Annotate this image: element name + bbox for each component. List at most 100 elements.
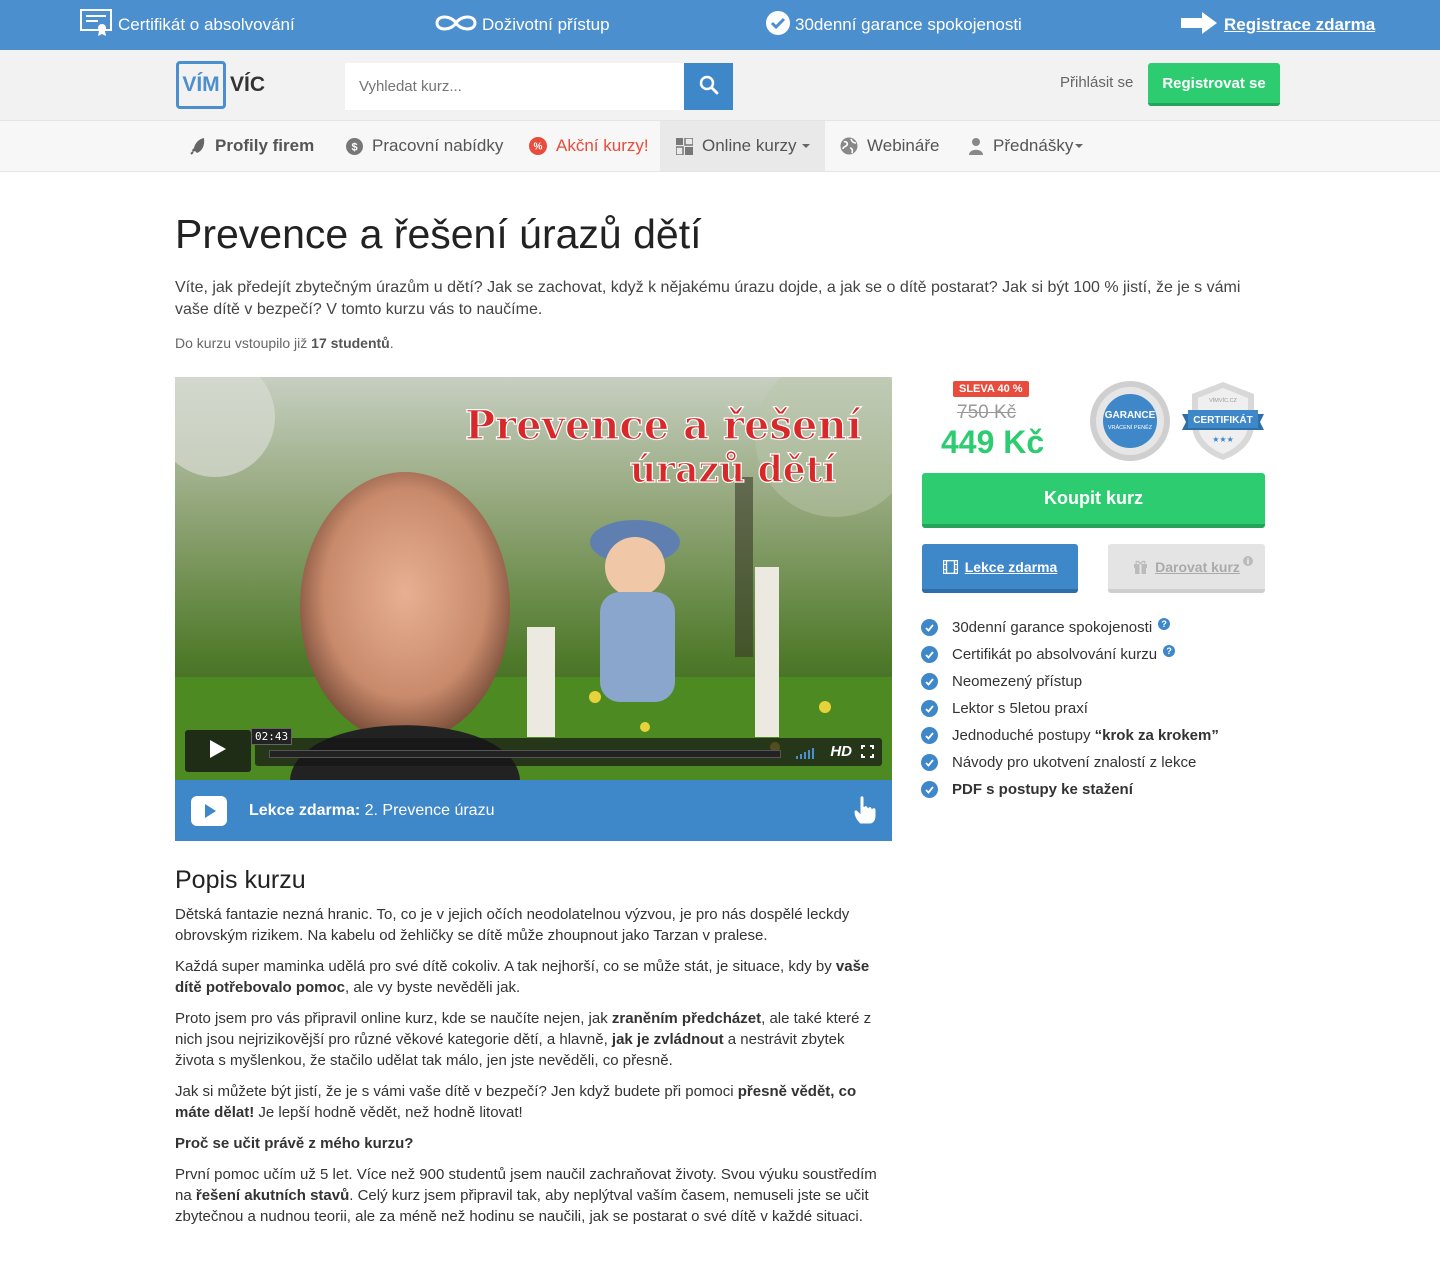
nav-item-label: Přednášky (993, 136, 1074, 155)
certificate-seal-icon: VÍMVÍC.CZ CERTIFIKÁT ★★★ (1182, 382, 1264, 460)
description-paragraph: Jak si můžete být jistí, že je s vámi va… (175, 1081, 885, 1123)
feature-item: Certifikát po absolvování kurzu? (921, 641, 1219, 668)
benefit-lifetime-label: Doživotní přístup (482, 15, 610, 34)
chevron-down-icon (1075, 144, 1084, 148)
play-button[interactable] (185, 730, 251, 772)
top-benefits-bar: Certifikát o absolvování Doživotní příst… (0, 0, 1440, 50)
play-icon (209, 739, 227, 764)
benefit-lifetime: Doživotní přístup (434, 0, 610, 50)
check-icon (921, 754, 938, 771)
free-lesson-button-label: Lekce zdarma (964, 558, 1058, 575)
nav-item-label: Profily firem (215, 136, 315, 155)
svg-text:★★★: ★★★ (1212, 435, 1234, 444)
help-icon[interactable]: ? (1158, 617, 1171, 630)
feature-text: Neomezený přístup (952, 673, 1083, 690)
free-lesson-button[interactable]: Lekce zdarma (922, 544, 1078, 593)
feature-text: 30denní garance spokojenosti (952, 619, 1153, 636)
feature-item: Neomezený přístup (921, 668, 1219, 695)
info-icon[interactable]: i (1243, 556, 1253, 566)
feature-text: Návody pro ukotvení znalostí z lekce (952, 754, 1197, 771)
feature-item: 30denní garance spokojenosti? (921, 614, 1219, 641)
hd-toggle[interactable]: HD (830, 743, 852, 760)
nav-item-company-profiles[interactable]: Profily firem (190, 121, 314, 171)
nav-item-sale-courses[interactable]: % Akční kurzy! (529, 121, 649, 171)
progress-track[interactable] (269, 750, 781, 758)
search-button[interactable] (684, 63, 733, 110)
check-icon (921, 619, 938, 636)
logo-box: VÍM (176, 61, 226, 109)
students-suffix: . (389, 335, 394, 351)
search-icon (699, 75, 719, 98)
video-timestamp: 02:43 (251, 728, 293, 745)
video-thumbnail: Prevence a řešení úrazů dětí (175, 377, 892, 780)
gift-course-button-label: Darovat kurz (1155, 558, 1240, 575)
login-link[interactable]: Přihlásit se (1060, 74, 1133, 91)
free-lesson-title: 2. Prevence úrazu (364, 801, 495, 819)
svg-text:CERTIFIKÁT: CERTIFIKÁT (1193, 413, 1252, 426)
description-paragraph: Proto jsem pro vás připravil online kurz… (175, 1008, 885, 1071)
infinity-icon (434, 12, 478, 39)
search-input[interactable] (345, 63, 684, 110)
description-bold: řešení akutních stavů (195, 1187, 350, 1204)
benefit-guarantee: 30denní garance spokojenosti (765, 0, 1022, 50)
register-free-label[interactable]: Registrace zdarma (1224, 15, 1375, 35)
nav-item-online-courses[interactable]: Online kurzy (660, 121, 825, 171)
buy-course-button[interactable]: Koupit kurz (922, 473, 1265, 528)
register-free-link[interactable]: Registrace zdarma (1180, 0, 1375, 50)
video-title-line2: úrazů dětí (630, 449, 836, 491)
globe-icon (840, 137, 858, 155)
description-text: Dětská fantazie nezná hranic. To, co je … (175, 906, 850, 944)
feature-text: Certifikát po absolvování kurzu (952, 646, 1158, 663)
description-paragraph: Každá super maminka udělá pro své dítě c… (175, 956, 885, 998)
feature-item: Návody pro ukotvení znalostí z lekce (921, 749, 1219, 776)
video-play-icon (191, 795, 227, 826)
check-icon (921, 646, 938, 663)
description-text: Je lepší hodně vědět, než hodně litovat! (254, 1104, 523, 1121)
register-button[interactable]: Registrovat se (1148, 63, 1280, 106)
description-subheading: Proč se učit právě z mého kurzu? (175, 1135, 414, 1152)
video-progress-bar[interactable]: HD (255, 738, 882, 766)
feature-text-bold: PDF s postupy ke stažení (952, 781, 1133, 798)
students-prefix: Do kurzu vstoupilo již (175, 335, 308, 351)
free-lesson-bar[interactable]: Lekce zdarma: 2. Prevence úrazu (175, 780, 892, 841)
site-logo[interactable]: VÍM VÍC (176, 60, 265, 110)
nav-item-label: Akční kurzy! (556, 136, 649, 155)
nav-item-webinars[interactable]: Webináře (840, 121, 939, 171)
gift-course-button[interactable]: Darovat kurz i (1108, 544, 1265, 593)
help-icon[interactable]: ? (1163, 644, 1176, 657)
discount-badge: SLEVA 40 % (953, 381, 1029, 397)
film-icon (942, 559, 958, 574)
hand-pointer-icon (852, 794, 878, 831)
fullscreen-icon[interactable] (861, 745, 874, 761)
description-text: Proto jsem pro vás připravil online kurz… (175, 1010, 612, 1027)
free-lesson-text: Lekce zdarma: 2. Prevence úrazu (249, 802, 494, 820)
guarantee-seal-icon: GARANCE VRÁCENÍ PENĚZ (1090, 381, 1170, 461)
arrow-right-icon (1180, 11, 1218, 40)
feature-text: Jednoduché postupy (952, 727, 1095, 744)
video-title-line1: Prevence a řešení (465, 402, 862, 449)
benefit-certificate: Certifikát o absolvování (80, 0, 295, 50)
course-features-list: 30denní garance spokojenosti? Certifikát… (921, 614, 1219, 803)
page-title: Prevence a řešení úrazů dětí (175, 211, 702, 257)
main-nav: Profily firem $ Pracovní nabídky % Akční… (0, 121, 1440, 172)
description-text: Každá super maminka udělá pro své dítě c… (175, 958, 836, 975)
description-bold: zraněním předcházet (611, 1010, 762, 1027)
nav-item-lectures[interactable]: Přednášky (968, 121, 1084, 171)
rocket-icon (190, 137, 206, 155)
nav-item-label: Webináře (867, 136, 940, 155)
chevron-down-icon (802, 144, 811, 148)
students-count: 17 studentů (311, 335, 390, 351)
check-icon (921, 781, 938, 798)
check-icon (921, 673, 938, 690)
svg-text:VRÁCENÍ PENĚZ: VRÁCENÍ PENĚZ (1108, 423, 1153, 431)
course-video-player[interactable]: Prevence a řešení úrazů dětí (175, 377, 892, 780)
volume-icon[interactable] (796, 747, 814, 759)
feature-text: Lektor s 5letou praxí (952, 700, 1088, 717)
person-icon (968, 137, 984, 155)
nav-item-label: Online kurzy (702, 136, 797, 155)
nav-item-job-offers[interactable]: $ Pracovní nabídky (346, 121, 503, 171)
gift-icon (1133, 559, 1148, 574)
old-price: 750 Kč (957, 402, 1017, 423)
description-paragraph: První pomoc učím už 5 let. Více než 900 … (175, 1164, 885, 1227)
svg-text:$: $ (351, 141, 357, 153)
